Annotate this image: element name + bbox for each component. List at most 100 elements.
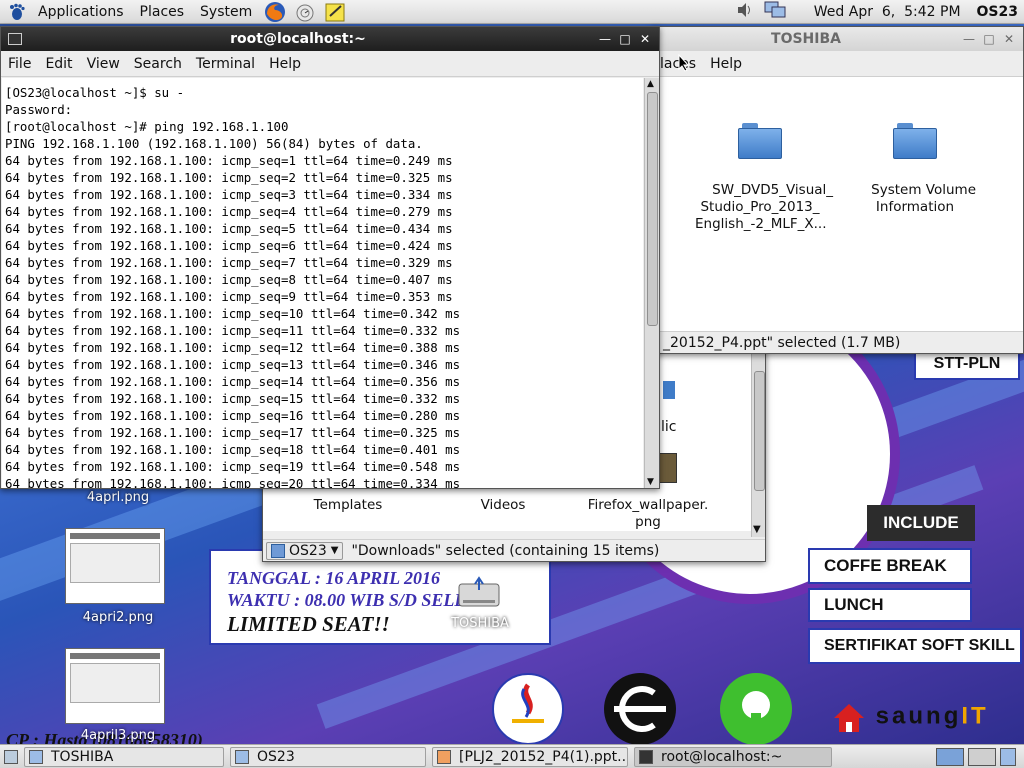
menu-terminal[interactable]: Terminal (189, 56, 262, 72)
volume-icon[interactable] (736, 2, 754, 22)
home-folder-icon (271, 543, 285, 558)
desktop-icon-4apri2[interactable] (65, 528, 165, 604)
terminal-line: 64 bytes from 192.168.1.100: icmp_seq=15… (5, 391, 461, 406)
menu-file[interactable]: File (1, 56, 38, 72)
gnome-foot-icon[interactable] (8, 3, 26, 21)
menu-places[interactable]: Places (132, 0, 193, 24)
folder-icon[interactable] (663, 381, 675, 399)
scrollbar-thumb[interactable] (754, 371, 765, 491)
image-file-icon[interactable] (659, 453, 677, 483)
bottom-panel: TOSHIBA OS23 [PLJ2_20152_P4(1).ppt... ro… (0, 744, 1024, 768)
show-desktop-icon[interactable] (4, 749, 18, 764)
location-label: OS23 (289, 542, 327, 559)
menu-help[interactable]: Help (703, 56, 749, 72)
taskbar-item-terminal[interactable]: root@localhost:~ (634, 746, 832, 767)
trash-icon[interactable] (1000, 747, 1016, 766)
folder-system-volume-information[interactable]: System Volume Information (850, 89, 980, 233)
terminal-titlebar[interactable]: root@localhost:~ — □ ✕ (1, 27, 659, 51)
close-icon[interactable]: ✕ (635, 29, 655, 49)
terminal-scrollbar[interactable]: ▲ ▼ (644, 78, 659, 488)
folder-videos[interactable]: Videos (438, 497, 568, 514)
minimize-icon[interactable]: — (959, 29, 979, 49)
terminal-line: 64 bytes from 192.168.1.100: icmp_seq=12… (5, 340, 461, 355)
usb-drive-icon[interactable] (455, 574, 503, 610)
task-label: root@localhost:~ (661, 748, 783, 765)
os23-scrollbar[interactable]: ▼ (751, 341, 765, 537)
folder-icon (29, 749, 43, 764)
taskbar-item-presentation[interactable]: [PLJ2_20152_P4(1).ppt... (432, 746, 628, 767)
menu-search[interactable]: Search (127, 56, 189, 72)
menu-applications[interactable]: Applications (30, 0, 132, 24)
workspace-1[interactable] (936, 747, 964, 766)
toshiba-menubar: laces Help (653, 51, 1023, 77)
terminal-line: 64 bytes from 192.168.1.100: icmp_seq=13… (5, 357, 461, 372)
file-firefox-wallpaper[interactable]: Firefox_wallpaper. png (583, 497, 713, 531)
terminal-line: 64 bytes from 192.168.1.100: icmp_seq=1 … (5, 153, 453, 168)
terminal-line: 64 bytes from 192.168.1.100: icmp_seq=9 … (5, 289, 453, 304)
scrollbar-thumb[interactable] (647, 92, 658, 326)
task-label: TOSHIBA (51, 748, 114, 765)
terminal-lines: [OS23@localhost ~]$ su - Password: [root@l… (5, 84, 643, 488)
terminal-line: 64 bytes from 192.168.1.100: icmp_seq=17… (5, 425, 461, 440)
toshiba-file-manager-window: TOSHIBA — □ ✕ laces Help SW_DVD5_Visual_… (652, 26, 1024, 354)
minimize-icon[interactable]: — (595, 29, 615, 49)
folder-templates[interactable]: Templates (283, 497, 413, 514)
close-icon[interactable]: ✕ (999, 29, 1019, 49)
notes-icon[interactable] (323, 1, 347, 23)
maximize-icon[interactable]: □ (615, 29, 635, 49)
scroll-down-arrow-icon[interactable]: ▼ (647, 477, 654, 487)
mouse-cursor-icon (678, 53, 690, 76)
os23-status-text: "Downloads" selected (containing 15 item… (351, 542, 660, 559)
toshiba-titlebar[interactable]: TOSHIBA — □ ✕ (653, 27, 1023, 51)
desktop-icon-4april3[interactable] (65, 648, 165, 724)
home-folder-icon (235, 749, 249, 764)
terminal-line: 64 bytes from 192.168.1.100: icmp_seq=4 … (5, 204, 453, 219)
menu-help[interactable]: Help (262, 56, 308, 72)
menu-system[interactable]: System (192, 0, 260, 24)
task-label: [PLJ2_20152_P4(1).ppt... (459, 748, 628, 765)
menu-view[interactable]: View (80, 56, 127, 72)
file-visual-studio-iso[interactable]: SW_DVD5_Visual_ Studio_Pro_2013_ English… (695, 89, 833, 250)
network-icon[interactable] (764, 1, 786, 23)
taskbar-item-toshiba[interactable]: TOSHIBA (24, 746, 224, 767)
partial-file-label[interactable]: lic (661, 419, 676, 435)
saung-text: saung (875, 702, 962, 730)
terminal-icon (639, 749, 653, 764)
terminal-line: 64 bytes from 192.168.1.100: icmp_seq=6 … (5, 238, 453, 253)
terminal-line: PING 192.168.1.100 (192.168.1.100) 56(84… (5, 136, 423, 151)
terminal-line: 64 bytes from 192.168.1.100: icmp_seq=7 … (5, 255, 453, 270)
location-dropdown[interactable]: OS23 ▼ (266, 541, 344, 560)
workspace-switcher[interactable] (936, 747, 1016, 766)
terminal-line: 64 bytes from 192.168.1.100: icmp_seq=19… (5, 459, 461, 474)
terminal-output[interactable]: [OS23@localhost ~]$ su - Password: [root@l… (2, 78, 643, 488)
include-label: INCLUDE (867, 505, 975, 541)
terminal-app-icon[interactable] (8, 33, 22, 45)
evolution-icon[interactable] (293, 1, 317, 23)
desktop-icon-label[interactable]: 4apri2.png (68, 610, 168, 625)
terminal-line: 64 bytes from 192.168.1.100: icmp_seq=18… (5, 442, 461, 457)
terminal-line: 64 bytes from 192.168.1.100: icmp_seq=14… (5, 374, 461, 389)
terminal-line: 64 bytes from 192.168.1.100: icmp_seq=16… (5, 408, 461, 423)
terminal-line: 64 bytes from 192.168.1.100: icmp_seq=5 … (5, 221, 453, 236)
user-name[interactable]: OS23 (977, 4, 1018, 20)
it-text: IT (961, 702, 989, 730)
scroll-down-arrow-icon[interactable]: ▼ (753, 524, 761, 535)
clock[interactable]: Wed Apr 6, 5:42 PM (814, 4, 961, 20)
scroll-up-arrow-icon[interactable]: ▲ (647, 79, 654, 89)
taskbar-item-os23[interactable]: OS23 (230, 746, 426, 767)
firefox-icon[interactable] (263, 1, 287, 23)
workspace-2[interactable] (968, 747, 996, 766)
window-title: root@localhost:~ (230, 31, 366, 47)
menu-edit[interactable]: Edit (38, 56, 79, 72)
presentation-icon (437, 749, 451, 764)
maximize-icon[interactable]: □ (979, 29, 999, 49)
desktop-icon-label[interactable]: 4april3.png (68, 728, 168, 743)
file-label: System Volume Information (871, 182, 976, 215)
folder-icon (893, 123, 937, 159)
terminal-line: 64 bytes from 192.168.1.100: icmp_seq=20… (5, 476, 461, 488)
terminal-menubar: File Edit View Search Terminal Help (1, 51, 659, 77)
usb-drive-label[interactable]: TOSHIBA (430, 616, 530, 631)
toshiba-statusbar: _20152_P4.ppt" selected (1.7 MB) (653, 331, 1023, 353)
desktop-icon-label[interactable]: 4aprl.png (68, 490, 168, 505)
top-panel: Applications Places System Wed Apr 6, 5:… (0, 0, 1024, 24)
